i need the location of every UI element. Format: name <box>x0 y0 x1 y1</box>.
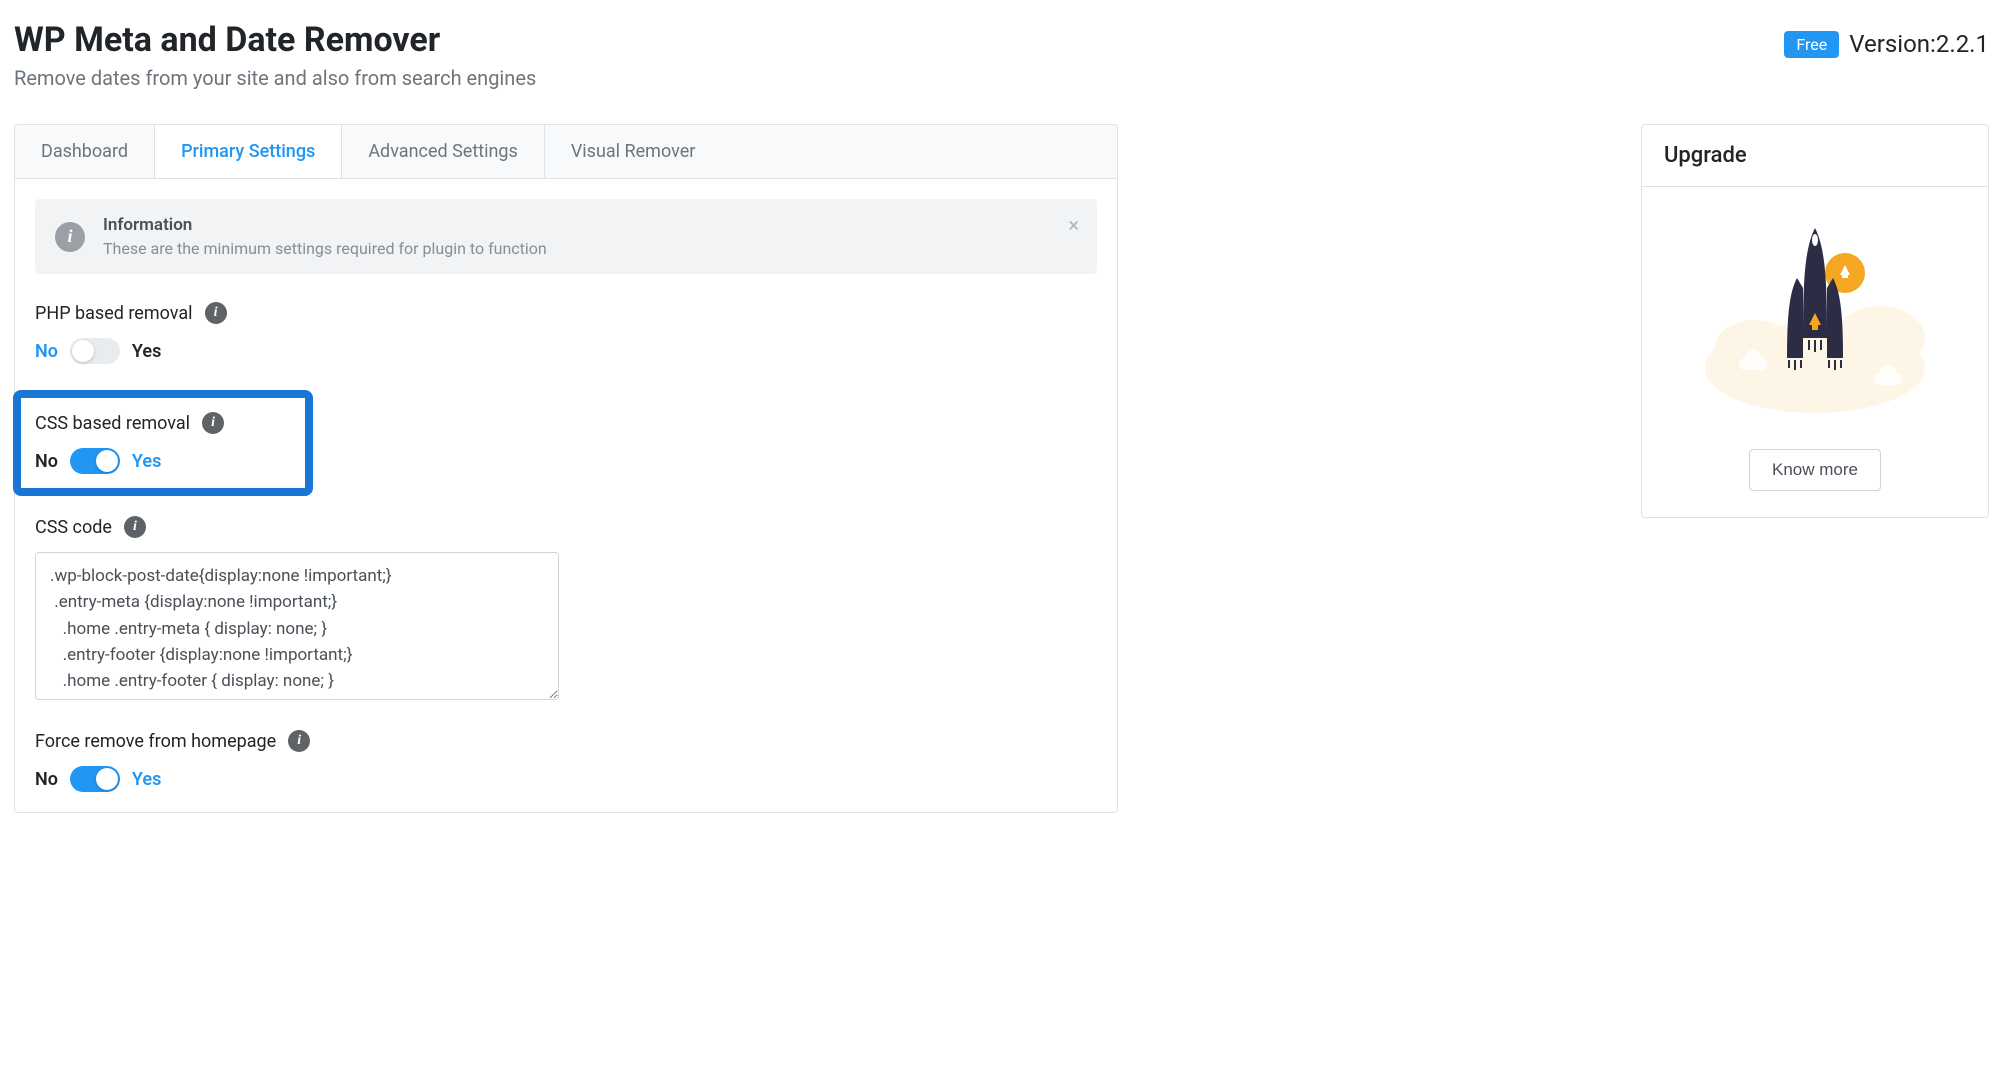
css-removal-highlight: CSS based removal i No Yes <box>13 390 313 496</box>
css-code-textarea[interactable] <box>35 552 559 700</box>
close-icon[interactable]: × <box>1068 215 1079 235</box>
info-icon[interactable]: i <box>124 516 146 538</box>
tab-advanced-settings[interactable]: Advanced Settings <box>342 125 545 178</box>
toggle-yes-label: Yes <box>132 451 161 472</box>
tab-dashboard[interactable]: Dashboard <box>15 125 155 178</box>
information-alert: i Information These are the minimum sett… <box>35 199 1097 274</box>
php-removal-setting: PHP based removal i No Yes <box>35 302 1097 364</box>
css-code-label: CSS code <box>35 517 112 538</box>
tab-visual-remover[interactable]: Visual Remover <box>545 125 722 178</box>
page-subtitle: Remove dates from your site and also fro… <box>14 66 536 90</box>
info-icon[interactable]: i <box>288 730 310 752</box>
upgrade-card: Upgrade <box>1641 124 1989 518</box>
css-removal-setting: CSS based removal i No Yes <box>21 412 295 474</box>
css-removal-toggle[interactable] <box>70 448 120 474</box>
info-description: These are the minimum settings required … <box>103 239 547 258</box>
upgrade-title: Upgrade <box>1642 125 1988 187</box>
force-homepage-toggle[interactable] <box>70 766 120 792</box>
tab-primary-settings[interactable]: Primary Settings <box>155 125 342 178</box>
css-code-setting: CSS code i <box>35 516 1097 704</box>
know-more-button[interactable]: Know more <box>1749 449 1881 491</box>
page-title: WP Meta and Date Remover <box>14 20 536 60</box>
info-icon[interactable]: i <box>205 302 227 324</box>
info-icon: i <box>55 222 85 252</box>
toggle-yes-label: Yes <box>132 769 161 790</box>
force-homepage-label: Force remove from homepage <box>35 731 276 752</box>
force-homepage-setting: Force remove from homepage i No Yes <box>35 730 1097 792</box>
tab-content: i Information These are the minimum sett… <box>14 178 1118 813</box>
toggle-yes-label: Yes <box>132 341 161 362</box>
php-removal-label: PHP based removal <box>35 303 193 324</box>
rocket-illustration <box>1664 213 1966 423</box>
php-removal-toggle[interactable] <box>70 338 120 364</box>
free-badge: Free <box>1784 31 1839 58</box>
settings-tabs: Dashboard Primary Settings Advanced Sett… <box>14 124 1118 178</box>
css-removal-label: CSS based removal <box>35 413 190 434</box>
toggle-no-label: No <box>35 451 58 472</box>
toggle-no-label: No <box>35 769 58 790</box>
info-title: Information <box>103 215 547 235</box>
version-label: Version:2.2.1 <box>1849 30 1989 58</box>
toggle-no-label: No <box>35 341 58 362</box>
info-icon[interactable]: i <box>202 412 224 434</box>
